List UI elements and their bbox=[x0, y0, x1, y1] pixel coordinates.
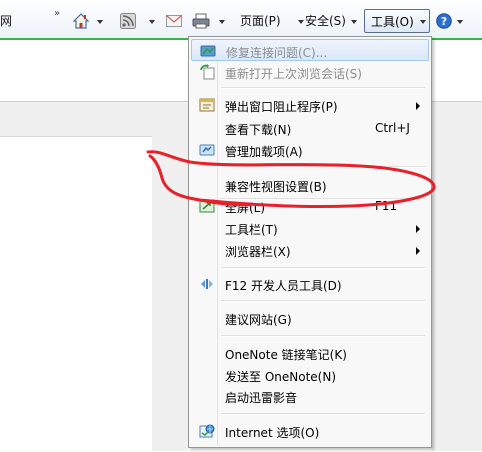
home-dropdown-caret[interactable] bbox=[97, 20, 103, 24]
menu-item-label: 弹出窗口阻止程序(P) bbox=[225, 100, 338, 114]
addons-icon bbox=[199, 142, 215, 158]
home-icon[interactable] bbox=[72, 10, 92, 32]
toolbar-truncated-text: 网 bbox=[0, 14, 13, 28]
page-right-panel bbox=[432, 102, 482, 451]
popup-blocker-icon bbox=[199, 97, 215, 113]
page-dropdown-caret[interactable] bbox=[298, 20, 304, 24]
menu-item-label: 浏览器栏(X) bbox=[225, 245, 291, 259]
menu-item-label: 发送至 OneNote(N) bbox=[225, 370, 336, 384]
menu-item-fullscreen[interactable]: 全屏(L) F11 bbox=[191, 195, 429, 217]
reopen-session-icon bbox=[199, 64, 215, 80]
menu-separator bbox=[221, 166, 425, 168]
safety-menu-button[interactable]: 安全(S) bbox=[305, 10, 346, 32]
menu-item-compatibility-view[interactable]: 兼容性视图设置(B) bbox=[191, 174, 429, 196]
svg-text:?: ? bbox=[441, 15, 447, 28]
page-menu-button[interactable]: 页面(P) bbox=[240, 10, 281, 32]
menu-separator bbox=[221, 267, 425, 269]
menu-item-launch-xunlei-player[interactable]: 启动迅雷影音 bbox=[191, 385, 429, 407]
print-icon[interactable] bbox=[192, 10, 212, 32]
menu-item-label: 启动迅雷影音 bbox=[225, 391, 298, 405]
menu-item-explorer-bars[interactable]: 浏览器栏(X) bbox=[191, 239, 429, 261]
menu-item-toolbars[interactable]: 工具栏(T) bbox=[191, 217, 429, 239]
menu-separator bbox=[221, 335, 425, 337]
menu-item-shortcut: Ctrl+J bbox=[375, 121, 410, 135]
menu-item-label: 修复连接问题(C)... bbox=[226, 46, 328, 60]
menu-item-popup-blocker[interactable]: 弹出窗口阻止程序(P) bbox=[191, 94, 429, 116]
menu-separator bbox=[221, 87, 425, 89]
menu-item-label: 工具栏(T) bbox=[225, 223, 278, 237]
menu-item-label: 全屏(L) bbox=[225, 201, 266, 215]
help-dropdown-caret[interactable] bbox=[457, 20, 463, 24]
menu-item-send-to-onenote[interactable]: 发送至 OneNote(N) bbox=[191, 364, 429, 386]
fullscreen-icon bbox=[199, 198, 215, 214]
menu-item-label: 查看下载(N) bbox=[225, 123, 292, 137]
menu-item-reopen-session[interactable]: 重新打开上次浏览会话(S) bbox=[191, 61, 429, 83]
toolbar-overflow-chevron[interactable]: » bbox=[54, 8, 60, 19]
menu-item-label: 建议网站(G) bbox=[225, 313, 292, 327]
dev-tools-icon bbox=[199, 276, 215, 292]
menu-separator bbox=[221, 413, 425, 415]
mail-icon[interactable] bbox=[166, 10, 184, 32]
menu-item-label: 管理加载项(A) bbox=[225, 145, 303, 159]
menu-separator bbox=[221, 300, 425, 302]
submenu-arrow-icon bbox=[416, 225, 420, 233]
menu-item-f12-dev-tools[interactable]: F12 开发人员工具(D) bbox=[191, 273, 429, 295]
print-dropdown-caret[interactable] bbox=[219, 20, 225, 24]
page-content bbox=[0, 136, 152, 452]
menu-item-manage-addons[interactable]: 管理加载项(A) bbox=[191, 139, 429, 161]
menu-item-repair-connection[interactable]: 修复连接问题(C)... bbox=[191, 39, 429, 61]
rss-icon[interactable] bbox=[120, 10, 138, 32]
menu-item-label: 兼容性视图设置(B) bbox=[225, 180, 327, 194]
menu-item-internet-options[interactable]: Internet 选项(O) bbox=[191, 420, 429, 442]
tools-menu-label: 工具(O) bbox=[371, 15, 414, 29]
menu-item-label: F12 开发人员工具(D) bbox=[225, 279, 342, 293]
menu-item-onenote-linked-notes[interactable]: OneNote 链接笔记(K) bbox=[191, 342, 429, 364]
menu-item-label: OneNote 链接笔记(K) bbox=[225, 348, 347, 362]
tools-menu-button[interactable]: 工具(O) bbox=[364, 9, 430, 33]
submenu-arrow-icon bbox=[416, 247, 420, 255]
ie-command-bar: 网 » 页面(P) 安全(S) 工具(O) ? bbox=[0, 0, 482, 40]
menu-item-suggested-sites[interactable]: 建议网站(G) bbox=[191, 307, 429, 329]
menu-item-label: 重新打开上次浏览会话(S) bbox=[225, 67, 362, 81]
menu-item-shortcut: F11 bbox=[375, 199, 398, 213]
menu-item-view-downloads[interactable]: 查看下载(N) Ctrl+J bbox=[191, 117, 429, 139]
help-icon[interactable]: ? bbox=[436, 10, 454, 32]
submenu-arrow-icon bbox=[416, 102, 420, 110]
internet-options-icon bbox=[199, 423, 215, 439]
tools-dropdown-caret bbox=[420, 20, 426, 24]
menu-item-label: Internet 选项(O) bbox=[225, 426, 320, 440]
tools-dropdown-menu: 修复连接问题(C)... 重新打开上次浏览会话(S) 弹出窗口阻止程序(P) 查… bbox=[188, 36, 432, 448]
safety-dropdown-caret[interactable] bbox=[351, 20, 357, 24]
rss-dropdown-caret[interactable] bbox=[149, 20, 155, 24]
repair-connection-icon bbox=[200, 43, 216, 59]
